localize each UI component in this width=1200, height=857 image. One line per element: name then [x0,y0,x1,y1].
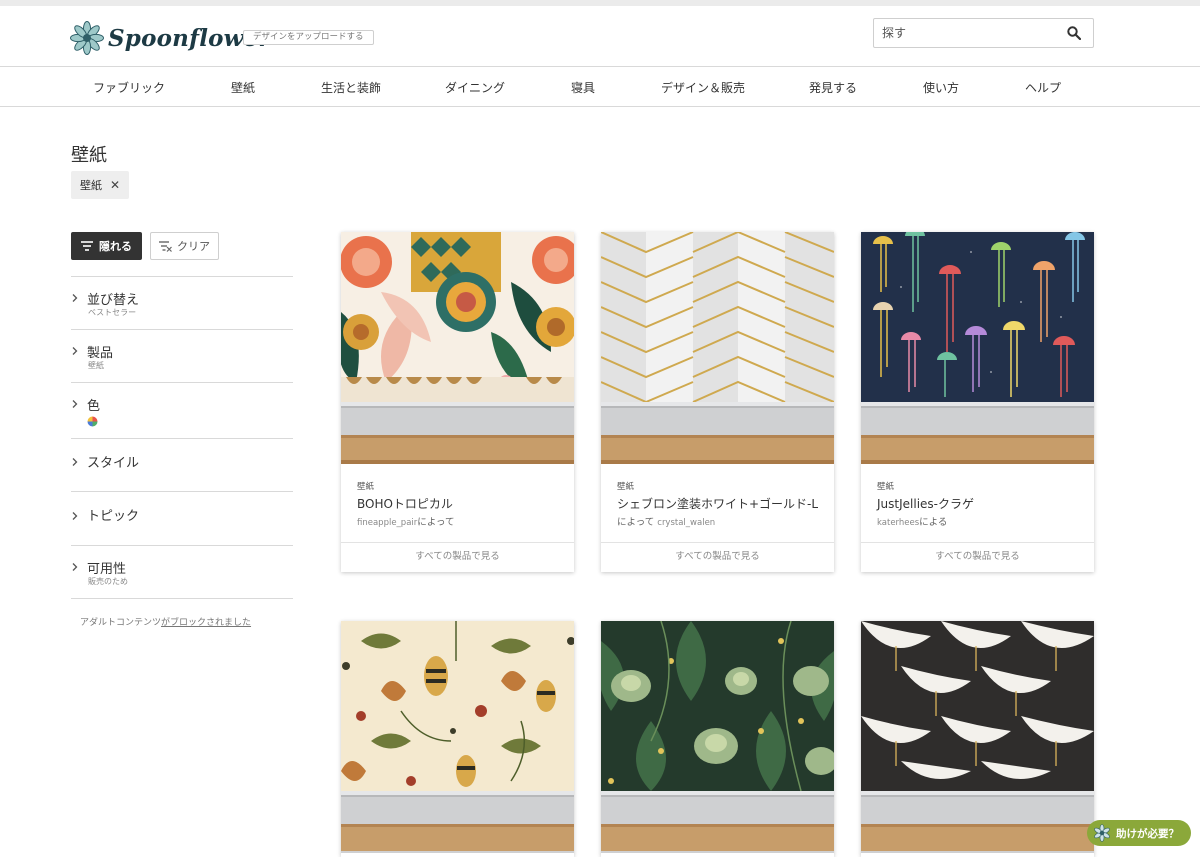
adult-content-link[interactable]: がブロックされました [161,618,251,628]
filter-title: 色 [87,399,101,414]
filter-title: 並び替え [87,293,140,308]
sidebar-divider [71,598,293,599]
nav-item-dining[interactable]: ダイニング [445,79,505,96]
adult-content-note: アダルトコンテンツがブロックされました [80,615,251,628]
product-card[interactable] [601,621,834,857]
active-filter-chip[interactable]: 壁紙 ✕ [71,171,129,199]
help-label: 助けが必要？ [1116,827,1179,840]
main-nav: ファブリック 壁紙 生活と装飾 ダイニング 寝具 デザイン＆販売 発見する 使い… [0,67,1200,107]
site-header: Spoonflower デザインをアップロードする [0,6,1200,67]
nav-item-how-to[interactable]: 使い方 [923,79,959,96]
chip-label: 壁紙 [80,179,102,192]
filter-availability[interactable]: 可用性 販売のため [71,545,293,598]
product-type: 壁紙 [357,482,375,492]
nav-item-help[interactable]: ヘルプ [1025,79,1061,96]
product-author: によって crystal_walen [617,517,716,528]
filter-title: 可用性 [87,562,127,577]
filter-title: スタイル [87,456,140,471]
color-wheel-icon [87,416,98,427]
product-card[interactable] [341,621,574,857]
flower-help-icon [1094,824,1110,842]
wainscot-base [861,791,1094,853]
filter-topic[interactable]: トピック [71,491,293,545]
view-all-products-link[interactable]: すべての製品で見る [601,542,834,572]
product-type: 壁紙 [617,482,635,492]
nav-item-design-sell[interactable]: デザイン＆販売 [661,79,745,96]
product-image-boho-tropical[interactable] [341,232,574,402]
nav-item-fabric[interactable]: ファブリック [93,79,165,96]
filter-style[interactable]: スタイル [71,438,293,491]
page-title: 壁紙 [71,145,107,166]
wainscot-base [861,402,1094,464]
wainscot-base [341,791,574,853]
product-image-green-floral[interactable] [601,621,834,791]
hide-filters-label: 隠れる [99,240,132,253]
product-image-cranes[interactable] [861,621,1094,791]
filter-product[interactable]: 製品 壁紙 [71,329,293,382]
nav-item-living-decor[interactable]: 生活と装飾 [321,79,381,96]
nav-item-discover[interactable]: 発見する [809,79,857,96]
filter-value: 壁紙 [88,361,104,370]
product-title[interactable]: シェブロン塗装ホワイト+ゴールド-L [617,495,818,512]
product-type: 壁紙 [877,482,895,492]
chevron-right-icon [72,294,78,302]
filter-title: トピック [87,509,140,524]
chevron-right-icon [72,458,78,466]
product-info: 壁紙 シェブロン塗装ホワイト+ゴールド-L によって crystal_walen [601,464,834,542]
nav-item-wallpaper[interactable]: 壁紙 [231,79,255,96]
chevron-right-icon [72,400,78,408]
filter-lines-icon [81,241,93,251]
search-input[interactable] [874,19,1064,47]
product-title[interactable]: JustJellies-クラゲ [877,495,974,512]
clear-filters-label: クリア [177,240,210,253]
view-all-products-link[interactable]: すべての製品で見る [861,542,1094,572]
search-icon[interactable] [1067,26,1081,40]
adult-content-text: アダルトコンテンツ [80,618,162,628]
close-icon[interactable]: ✕ [110,178,120,192]
hide-filters-button[interactable]: 隠れる [71,232,142,260]
product-image-chevron[interactable] [601,232,834,402]
filter-color[interactable]: 色 [71,382,293,438]
product-info: 壁紙 JustJellies-クラゲ katerheesによる [861,464,1094,542]
view-all-products-link[interactable]: すべての製品で見る [341,542,574,572]
filter-title: 製品 [87,346,114,361]
product-card[interactable]: 壁紙 BOHOトロピカル fineapple_pairによって すべての製品で見… [341,232,574,572]
help-chat-button[interactable]: 助けが必要？ [1087,820,1191,846]
designer-link[interactable]: fineapple_pair [357,518,417,528]
clear-filters-button[interactable]: クリア [150,232,219,260]
upload-design-button[interactable]: デザインをアップロードする [243,30,374,45]
wainscot-base [601,791,834,853]
product-author: fineapple_pairによって [357,517,455,528]
designer-link[interactable]: katerhees [877,518,919,528]
chevron-right-icon [72,347,78,355]
flower-logo-icon [70,21,104,55]
chevron-right-icon [72,512,78,520]
product-image-bees-moths[interactable] [341,621,574,791]
product-title[interactable]: BOHOトロピカル [357,495,453,512]
logo[interactable]: Spoonflower [70,18,271,58]
product-author: katerheesによる [877,517,948,528]
wainscot-base [601,402,834,464]
product-card[interactable] [861,621,1094,857]
product-image-jellyfish[interactable] [861,232,1094,402]
filter-sort[interactable]: 並び替え ベストセラー [71,276,293,329]
filter-sidebar: 並び替え ベストセラー 製品 壁紙 色 スタイル トピック 可用性 販売のため [71,276,293,599]
designer-link[interactable]: crystal_walen [657,518,715,528]
filter-value: 販売のため [88,577,128,586]
product-card[interactable]: 壁紙 JustJellies-クラゲ katerheesによる すべての製品で見… [861,232,1094,572]
filter-value: ベストセラー [88,308,137,317]
clear-filter-icon [159,240,172,252]
wainscot-base [341,402,574,464]
search-box [873,18,1094,48]
nav-item-bedding[interactable]: 寝具 [571,79,595,96]
product-info: 壁紙 BOHOトロピカル fineapple_pairによって [341,464,574,542]
product-card[interactable]: 壁紙 シェブロン塗装ホワイト+ゴールド-L によって crystal_walen… [601,232,834,572]
chevron-right-icon [72,563,78,571]
